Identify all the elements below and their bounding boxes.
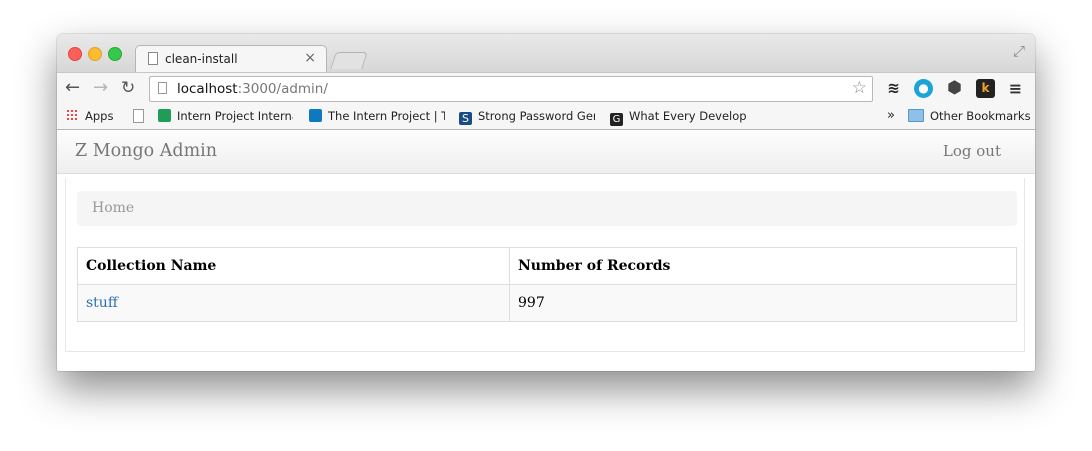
cell-record-count: 997: [509, 284, 1017, 322]
apps-grid-icon: [66, 109, 79, 122]
star-icon[interactable]: ☆: [852, 78, 867, 98]
breadcrumb-home: Home: [92, 200, 135, 216]
brand-link[interactable]: Z Mongo Admin: [75, 141, 217, 161]
menu-icon[interactable]: ≡: [1006, 79, 1025, 98]
bookmark-intern-project-internal[interactable]: Intern Project Interna: [158, 109, 293, 123]
page-icon: [133, 109, 144, 123]
header-number-of-records: Number of Records: [509, 247, 1017, 285]
main-panel: Home Collection Name Number of Records s…: [65, 178, 1025, 352]
page-content: Z Mongo Admin Log out Home Collection Na…: [57, 130, 1035, 371]
bookmarks-bar: Apps Intern Project Interna The Intern P…: [57, 104, 1035, 130]
address-bar[interactable]: localhost:3000/admin/ ☆: [149, 76, 873, 102]
close-window-button[interactable]: [68, 47, 82, 61]
bookmark-label: Apps: [85, 109, 114, 123]
collections-table: Collection Name Number of Records stuff …: [77, 247, 1017, 322]
back-arrow-icon[interactable]: ←: [65, 77, 80, 98]
url-host: localhost: [177, 81, 238, 97]
table-row: stuff 997: [77, 284, 1017, 322]
s-icon: S: [459, 112, 472, 125]
reload-icon[interactable]: ↻: [121, 78, 135, 98]
folder-icon: [908, 109, 924, 122]
cell-collection-name: stuff: [77, 284, 510, 322]
bookmark-label: Intern Project Interna: [177, 109, 293, 123]
bookmark-label: Other Bookmarks: [930, 109, 1031, 123]
tab-title: clean-install: [165, 52, 238, 66]
bookmark-label: The Intern Project | T: [328, 109, 445, 123]
bookmark-strong-password[interactable]: S Strong Password Ger: [459, 109, 595, 125]
eye-extension-icon[interactable]: ●: [914, 79, 933, 98]
table-header-row: Collection Name Number of Records: [77, 247, 1017, 285]
url-text[interactable]: localhost:3000/admin/: [177, 81, 328, 97]
g-icon: G: [610, 113, 623, 126]
logout-link[interactable]: Log out: [943, 142, 1001, 160]
bookmark-apps[interactable]: Apps: [66, 109, 113, 123]
page-icon: [148, 52, 158, 65]
sheets-icon: [158, 109, 171, 122]
other-bookmarks-folder[interactable]: Other Bookmarks: [908, 109, 1031, 123]
browser-window: clean-install × ⤢ ← → ↻ localhost:3000/a…: [57, 34, 1035, 371]
breadcrumb: Home: [77, 191, 1017, 226]
collection-link-stuff[interactable]: stuff: [86, 295, 118, 311]
tab-clean-install[interactable]: clean-install ×: [135, 45, 327, 73]
app-navbar: Z Mongo Admin Log out: [57, 130, 1035, 174]
header-collection-name: Collection Name: [77, 247, 510, 285]
bookmark-label: Strong Password Ger: [478, 109, 595, 123]
tab-strip: clean-install × ⤢: [57, 34, 1035, 73]
bookmark-label: What Every Develope: [629, 109, 747, 123]
page-icon: [158, 82, 167, 94]
bookmark-the-intern-project[interactable]: The Intern Project | T: [309, 109, 445, 123]
bookmark-blank[interactable]: [133, 109, 150, 124]
trello-icon: [309, 109, 322, 122]
forward-arrow-icon[interactable]: →: [93, 77, 108, 98]
browser-toolbar: ← → ↻ localhost:3000/admin/ ☆ ≋ ● ⬢ k ≡: [57, 72, 1035, 105]
bookmark-what-every-developer[interactable]: G What Every Develope: [610, 109, 747, 126]
k-extension-icon[interactable]: k: [976, 79, 995, 98]
new-tab-button[interactable]: [330, 52, 368, 69]
tab-close-icon[interactable]: ×: [304, 50, 316, 66]
bookmarks-overflow-chevron[interactable]: »: [887, 108, 895, 123]
minimize-window-button[interactable]: [88, 47, 102, 61]
fullscreen-icon[interactable]: ⤢: [1013, 42, 1025, 60]
zoom-window-button[interactable]: [108, 47, 122, 61]
hexagon-extension-icon[interactable]: ⬢: [945, 79, 964, 98]
url-path: :3000/admin/: [237, 81, 328, 97]
buffer-extension-icon[interactable]: ≋: [884, 79, 903, 98]
